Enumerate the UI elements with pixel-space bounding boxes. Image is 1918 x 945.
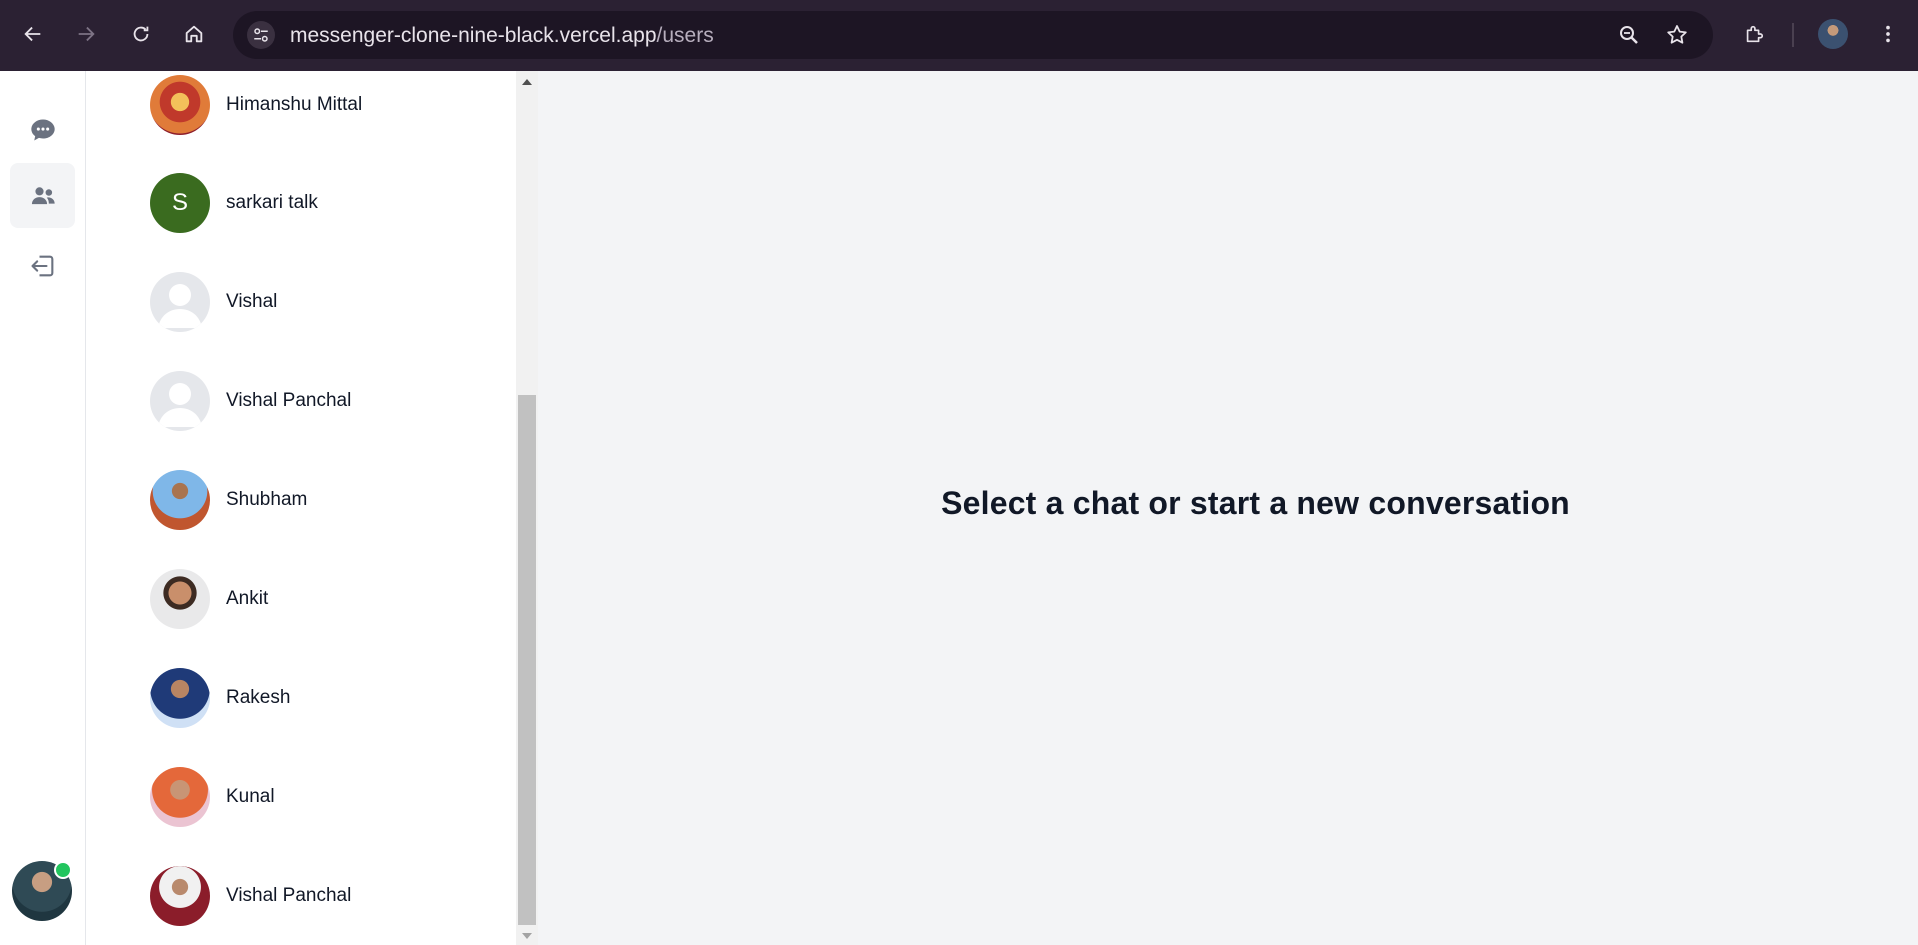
- menu-button[interactable]: [1872, 18, 1904, 50]
- user-name: Vishal Panchal: [226, 390, 352, 411]
- user-avatar: S: [150, 173, 210, 233]
- address-bar[interactable]: messenger-clone-nine-black.vercel.app/us…: [233, 11, 1713, 59]
- back-arrow-icon: [24, 26, 41, 42]
- user-item[interactable]: Ankit: [150, 567, 268, 631]
- user-avatar: [150, 569, 210, 629]
- url-text: messenger-clone-nine-black.vercel.app/us…: [290, 24, 714, 47]
- profile-avatar[interactable]: [1818, 19, 1848, 49]
- sidebar-item-users[interactable]: [10, 163, 75, 228]
- empty-state-message: Select a chat or start a new conversatio…: [941, 484, 1570, 521]
- conversation-area: Select a chat or start a new conversatio…: [538, 71, 1918, 945]
- user-avatar: [150, 767, 210, 827]
- user-item[interactable]: Vishal Panchal: [150, 864, 351, 928]
- user-avatar: [150, 75, 210, 135]
- user-item[interactable]: Shubham: [150, 468, 307, 532]
- reload-icon: [133, 26, 149, 42]
- user-avatar: [150, 470, 210, 530]
- bookmark-star-icon[interactable]: [1665, 23, 1689, 47]
- forward-arrow-icon: [78, 26, 95, 42]
- user-item[interactable]: S sarkari talk: [150, 171, 318, 235]
- user-item[interactable]: Kunal: [150, 765, 275, 829]
- online-status-indicator: [54, 861, 72, 879]
- sidebar-item-logout[interactable]: [10, 233, 75, 298]
- zoom-icon[interactable]: [1617, 23, 1641, 47]
- user-name: sarkari talk: [226, 192, 318, 213]
- scroll-up-arrow-icon[interactable]: [522, 79, 532, 85]
- scrollbar-thumb[interactable]: [518, 395, 536, 925]
- users-list: Himanshu Mittal S sarkari talk Vishal Vi…: [86, 71, 516, 945]
- user-name: Himanshu Mittal: [226, 94, 363, 115]
- back-button[interactable]: [17, 18, 49, 50]
- sidebar-item-conversations[interactable]: [10, 97, 75, 162]
- home-button[interactable]: [178, 18, 210, 50]
- user-item[interactable]: Himanshu Mittal: [150, 73, 362, 137]
- extensions-button[interactable]: [1738, 18, 1770, 50]
- users-icon: [31, 186, 55, 204]
- reload-button[interactable]: [125, 18, 157, 50]
- user-name: Vishal Panchal: [226, 885, 352, 906]
- user-name: Vishal: [226, 291, 278, 312]
- user-item[interactable]: Vishal Panchal: [150, 369, 351, 433]
- user-avatar: [150, 866, 210, 926]
- users-list-scrollbar[interactable]: [516, 71, 538, 945]
- default-avatar-icon: [150, 272, 210, 332]
- site-settings-icon[interactable]: [247, 21, 275, 49]
- forward-button[interactable]: [70, 18, 102, 50]
- app-sidebar: [0, 71, 86, 945]
- user-avatar: [150, 668, 210, 728]
- browser-toolbar: messenger-clone-nine-black.vercel.app/us…: [0, 0, 1918, 71]
- default-avatar-icon: [150, 371, 210, 431]
- user-item[interactable]: Rakesh: [150, 666, 290, 730]
- scroll-down-arrow-icon[interactable]: [522, 933, 532, 939]
- chat-bubble-icon: [30, 119, 55, 140]
- puzzle-icon: [1746, 25, 1764, 43]
- toolbar-divider: [1792, 23, 1794, 47]
- user-name: Shubham: [226, 489, 308, 510]
- user-name: Kunal: [226, 786, 275, 807]
- user-item[interactable]: Vishal: [150, 270, 277, 334]
- user-name: Rakesh: [226, 687, 291, 708]
- logout-icon: [30, 255, 53, 276]
- avatar-initial: S: [171, 189, 188, 216]
- user-name: Ankit: [226, 588, 269, 609]
- home-icon: [185, 25, 203, 43]
- kebab-menu-icon: [1886, 25, 1890, 43]
